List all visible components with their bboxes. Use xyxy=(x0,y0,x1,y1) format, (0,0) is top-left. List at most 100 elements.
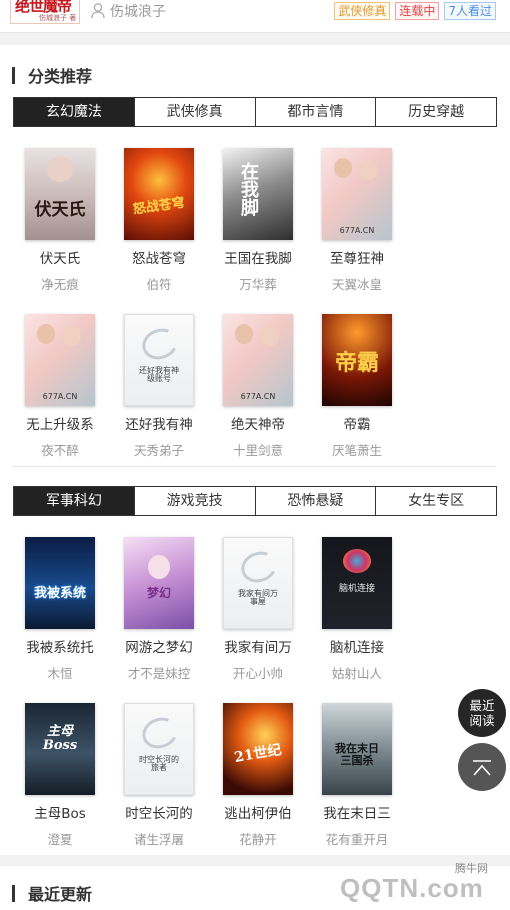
book-card[interactable]: 时空长河的旅者 时空长河的 诸生浮屠 xyxy=(112,703,206,848)
book-cover: 677A.CN xyxy=(322,148,392,240)
book-cover: 我家有间万事屋 xyxy=(223,537,293,629)
book-author: 花有重开月 xyxy=(325,832,389,847)
book-cover: 677A.CN xyxy=(223,314,293,406)
book-card[interactable]: 脑机连接 脑机连接 姑射山人 xyxy=(310,537,404,682)
cover-text: 677A.CN xyxy=(339,226,375,235)
book-card[interactable]: 677A.CN 至尊狂神 天翼冰皇 xyxy=(310,148,404,293)
user-icon xyxy=(91,3,105,19)
tab-junshi[interactable]: 军事科幻 xyxy=(14,487,135,515)
book-card[interactable]: 677A.CN 绝天神帝 十里剑意 xyxy=(211,314,305,459)
book-author: 澄夏 xyxy=(47,832,73,847)
book-cover: 脑机连接 xyxy=(322,537,392,629)
book-cover-thumbnail[interactable]: 绝世魔帝 伤城浪子 著 xyxy=(10,0,80,24)
book-cover: 677A.CN xyxy=(25,314,95,406)
book-title: 我被系统托 xyxy=(26,640,94,656)
cover-text: 主母Boss xyxy=(42,724,78,753)
watermark-logo: QQTN.com xyxy=(340,873,484,903)
book-cover: 在我脚 xyxy=(223,148,293,240)
cover-text: 伏天氏 xyxy=(34,200,86,220)
book-card[interactable]: 怒战苍穹 怒战苍穹 伯符 xyxy=(112,148,206,293)
book-title: 我在末日三 xyxy=(323,806,391,822)
tab-dushi[interactable]: 都市言情 xyxy=(255,98,377,126)
book-author: 天秀弟子 xyxy=(133,443,184,458)
book-cover: 怒战苍穹 xyxy=(124,148,194,240)
book-title: 逃出柯伊伯 xyxy=(224,806,292,822)
placeholder-swirl-icon xyxy=(236,546,282,588)
cover-text: 梦幻 xyxy=(146,586,171,600)
book-title: 帝霸 xyxy=(343,417,371,433)
book-title: 网游之梦幻 xyxy=(125,640,193,656)
recent-read-label: 最近阅读 xyxy=(469,698,495,728)
book-author: 净无痕 xyxy=(41,277,79,292)
cover-text: 在我脚 xyxy=(238,162,259,216)
cover-text: 21世纪 xyxy=(233,742,283,767)
recent-read-button[interactable]: 最近阅读 xyxy=(458,689,506,737)
views-tag: 7人看过 xyxy=(444,2,496,20)
book-author: 十里剑意 xyxy=(232,443,283,458)
book-card[interactable]: 我在末日三国杀 我在末日三 花有重开月 xyxy=(310,703,404,848)
book-title: 时空长河的 xyxy=(125,806,193,822)
cover-text: 677A.CN xyxy=(42,392,78,401)
book-cover: 梦幻 xyxy=(124,537,194,629)
book-title: 无上升级系 xyxy=(26,417,94,433)
page: 绝世魔帝 伤城浪子 著 伤城浪子 武侠修真 连载中 7人看过 分类推荐 玄幻魔法… xyxy=(0,0,510,910)
heading-bar xyxy=(12,884,15,902)
cover-text: 脑机连接 xyxy=(338,584,375,594)
book-cover: 伏天氏 xyxy=(25,148,95,240)
cover-text: 我家有间万事屋 xyxy=(238,589,278,607)
book-author: 木恒 xyxy=(47,666,73,681)
author-info: 伤城浪子 xyxy=(91,1,166,21)
cover-text: 还好我有神级账号 xyxy=(139,366,179,384)
book-author: 开心小帅 xyxy=(232,666,283,681)
cover-text: 怒战苍穹 xyxy=(132,195,186,218)
arrow-up-icon xyxy=(473,760,491,776)
book-card[interactable]: 伏天氏 伏天氏 净无痕 xyxy=(13,148,107,293)
cover-text: 时空长河的旅者 xyxy=(139,755,179,773)
book-card[interactable]: 主母Boss 主母Bos 澄夏 xyxy=(13,703,107,848)
author-name[interactable]: 伤城浪子 xyxy=(110,1,166,21)
tab-kongbu[interactable]: 恐怖悬疑 xyxy=(255,487,377,515)
book-title: 主母Bos xyxy=(34,806,86,822)
book-title: 脑机连接 xyxy=(330,640,384,656)
tab-nvsheng[interactable]: 女生专区 xyxy=(376,487,496,515)
book-card[interactable]: 帝霸 帝霸 厌笔萧生 xyxy=(310,314,404,459)
book-card[interactable]: 我家有间万事屋 我家有间万 开心小帅 xyxy=(211,537,305,682)
section-title-text: 分类推荐 xyxy=(28,67,93,86)
book-author: 天翼冰皇 xyxy=(331,277,382,292)
book-card[interactable]: 还好我有神级账号 还好我有神 天秀弟子 xyxy=(112,314,206,459)
placeholder-swirl-icon xyxy=(137,712,183,754)
book-cover: 帝霸 xyxy=(322,314,392,406)
book-author: 才不是妹控 xyxy=(127,666,191,681)
placeholder-swirl-icon xyxy=(137,323,183,365)
book-title: 至尊狂神 xyxy=(330,251,384,267)
book-card[interactable]: 在我脚 王国在我脚 万华葬 xyxy=(211,148,305,293)
tab-xuanhuan[interactable]: 玄幻魔法 xyxy=(14,98,135,126)
tab-lishi[interactable]: 历史穿越 xyxy=(376,98,496,126)
back-to-top-button[interactable] xyxy=(458,743,506,791)
book-author: 伯符 xyxy=(146,277,172,292)
tab-wuxia[interactable]: 武侠修真 xyxy=(134,98,256,126)
book-author: 姑射山人 xyxy=(331,666,382,681)
category-tag[interactable]: 武侠修真 xyxy=(334,2,391,20)
book-title: 我家有间万 xyxy=(224,640,292,656)
section-divider xyxy=(12,466,496,467)
book-cover: 还好我有神级账号 xyxy=(124,314,194,406)
book-author: 万华葬 xyxy=(239,277,277,292)
book-header: 绝世魔帝 伤城浪子 著 伤城浪子 武侠修真 连载中 7人看过 xyxy=(0,0,510,33)
book-tags: 武侠修真 连载中 7人看过 xyxy=(334,2,496,20)
book-card[interactable]: 我被系统 我被系统托 木恒 xyxy=(13,537,107,682)
cover-text: 我在末日三国杀 xyxy=(335,742,379,767)
book-card[interactable]: 梦幻 网游之梦幻 才不是妹控 xyxy=(112,537,206,682)
book-card[interactable]: 21世纪 逃出柯伊伯 花静开 xyxy=(211,703,305,848)
book-cover: 我被系统 xyxy=(25,537,95,629)
category-tabs-secondary: 军事科幻 游戏竞技 恐怖悬疑 女生专区 xyxy=(13,486,497,516)
category-recommend-card: 分类推荐 玄幻魔法 武侠修真 都市言情 历史穿越 伏天氏 伏天氏 净无痕 怒战苍… xyxy=(0,45,510,855)
cover-text: 帝霸 xyxy=(334,350,379,376)
heading-bar xyxy=(12,66,15,84)
book-title: 怒战苍穹 xyxy=(132,251,186,267)
cover-text: 我被系统 xyxy=(33,586,86,601)
tab-youxi[interactable]: 游戏竞技 xyxy=(134,487,256,515)
recent-updates-title: 最近更新 xyxy=(28,885,93,904)
cover-text: 677A.CN xyxy=(240,392,276,401)
book-card[interactable]: 677A.CN 无上升级系 夜不醉 xyxy=(13,314,107,459)
